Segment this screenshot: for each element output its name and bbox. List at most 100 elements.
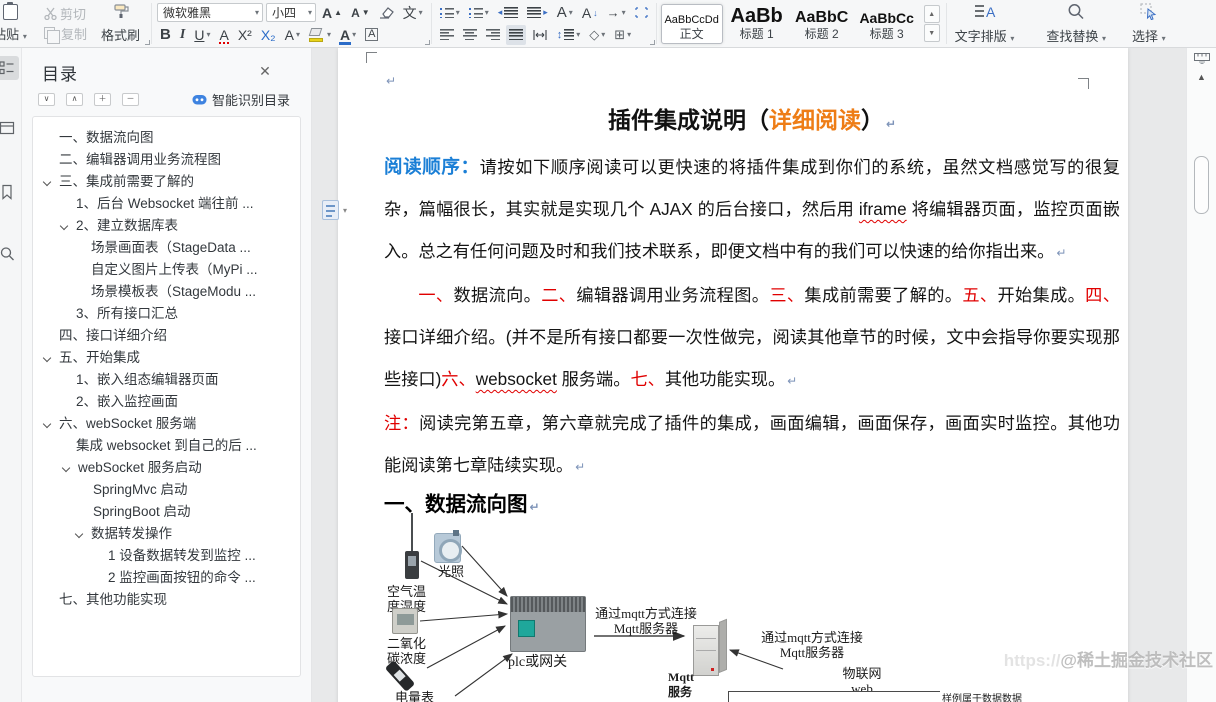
toc-item[interactable]: 2 监控画面按钮的命令 ... — [33, 567, 300, 589]
superscript-button[interactable]: X² — [235, 25, 255, 45]
expand-level-button[interactable]: ＋ — [94, 92, 111, 106]
scroll-up-icon[interactable]: ▲ — [1197, 72, 1206, 82]
align-left-button[interactable] — [437, 25, 457, 45]
font-size-combo[interactable]: 小四 ▾ — [266, 3, 317, 22]
font-family-combo[interactable]: 微软雅黑 ▾ — [157, 3, 264, 22]
empty-paragraph[interactable]: ↵ — [384, 66, 1120, 96]
paste-button[interactable]: 粘贴 ▾ — [0, 2, 27, 45]
text-layout-button[interactable]: A 文字排版 ▾ — [947, 0, 1023, 47]
align-right-button[interactable] — [483, 25, 503, 45]
increase-font-button[interactable]: A ▲ — [319, 3, 345, 23]
toc-item[interactable]: 二、编辑器调用业务流程图 — [33, 149, 300, 171]
toc-item[interactable]: 五、开始集成 — [33, 347, 300, 369]
smart-toc-button[interactable]: 智能识别目录 — [192, 90, 290, 109]
increase-indent-button[interactable]: ▸ — [524, 3, 551, 23]
text-direction-button[interactable]: → ▾ — [604, 3, 629, 23]
toc-item[interactable]: 1 设备数据转发到监控 ... — [33, 545, 300, 567]
chevron-down-icon[interactable] — [42, 177, 52, 187]
font-color-button[interactable]: A ▾ — [337, 25, 359, 45]
toc-item[interactable]: 数据转发操作 — [33, 523, 300, 545]
style-chip[interactable]: AaBbCc 标题 3 — [856, 4, 918, 44]
doc-title[interactable]: 插件集成说明（详细阅读） ↵ — [384, 102, 1120, 142]
toc-item[interactable]: 场景画面表（StageData ... — [33, 237, 300, 259]
bullet-list-button[interactable]: ▾ — [437, 3, 463, 23]
dialog-launcher-icon[interactable] — [649, 40, 655, 45]
style-chip[interactable]: AaBbCcDd 正文 — [660, 3, 723, 44]
style-chip[interactable]: AaBbC 标题 2 — [791, 4, 853, 44]
gallery-down-button[interactable]: ▼ — [923, 24, 940, 42]
toc-item[interactable]: 3、所有接口汇总 — [33, 303, 300, 325]
format-painter-button[interactable]: 格式刷 — [98, 24, 143, 44]
numbered-list-button[interactable]: ▾ — [466, 3, 492, 23]
character-border-button[interactable]: A — [362, 25, 381, 45]
toc-item[interactable]: webSocket 服务启动 — [33, 457, 300, 479]
toc-item[interactable]: 三、集成前需要了解的 — [33, 171, 300, 193]
dialog-launcher-icon[interactable] — [424, 40, 430, 45]
dialog-launcher-icon[interactable] — [145, 40, 151, 45]
close-icon[interactable]: ✕ — [256, 62, 274, 80]
decrease-indent-button[interactable]: ◂ — [495, 3, 522, 23]
line-spacing-button[interactable]: ↕ ▾ — [554, 25, 584, 45]
sort-button[interactable]: A ↓ — [579, 3, 601, 23]
toc-item[interactable]: 四、接口详细介绍 — [33, 325, 300, 347]
cut-button[interactable]: 剪切 — [41, 4, 90, 24]
toc-item[interactable]: 1、嵌入组态编辑器页面 — [33, 369, 300, 391]
clear-format-button[interactable] — [376, 3, 397, 23]
highlight-color-button[interactable]: ▾ — [306, 25, 334, 45]
collapse-all-button[interactable]: ∨ — [38, 92, 55, 106]
change-case-button[interactable]: A ▾ — [554, 3, 576, 23]
justify-button[interactable] — [505, 24, 526, 45]
outline-pane-button[interactable] — [0, 56, 19, 80]
paragraph[interactable]: 一、数据流向。二、编辑器调用业务流程图。三、集成前需要了解的。五、开始集成。四、… — [384, 274, 1120, 402]
bookmark-pane-button[interactable] — [0, 180, 19, 204]
toc-item[interactable]: 七、其他功能实现 — [33, 589, 300, 611]
toc-item[interactable]: 集成 websocket 到自己的后 ... — [33, 435, 300, 457]
pinyin-guide-button[interactable]: 文 ▾ — [400, 3, 426, 23]
toc-item[interactable]: 1、后台 Websocket 端往前 ... — [33, 193, 300, 215]
paragraph[interactable]: 注：阅读完第五章，第六章就完成了插件的集成，画面编辑，画面保存，画面实时监控。其… — [384, 402, 1120, 488]
borders-button[interactable]: ⊞ ▾ — [611, 25, 634, 45]
style-chip[interactable]: AaBb 标题 1 — [726, 4, 788, 44]
toc-item[interactable]: 2、嵌入监控画面 — [33, 391, 300, 413]
document-page[interactable]: ↵ 插件集成说明（详细阅读） ↵ 阅读顺序：请按如下顺序阅读可以更快速的将插件集成… — [338, 48, 1128, 702]
strikethrough-button[interactable]: A — [216, 25, 231, 45]
toc-item[interactable]: 自定义图片上传表（MyPi ... — [33, 259, 300, 281]
find-pane-button[interactable] — [0, 242, 19, 266]
chevron-down-icon[interactable] — [42, 419, 52, 429]
toc-item[interactable]: SpringMvc 启动 — [33, 479, 300, 501]
toc-item[interactable]: 2、建立数据库表 — [33, 215, 300, 237]
toc-item[interactable]: 场景模板表（StageModu ... — [33, 281, 300, 303]
page-content[interactable]: ↵ 插件集成说明（详细阅读） ↵ 阅读顺序：请按如下顺序阅读可以更快速的将插件集成… — [338, 48, 1128, 702]
align-center-button[interactable] — [460, 25, 480, 45]
doc-heading-1[interactable]: 一、数据流向图 ↵ — [384, 490, 1120, 522]
chevron-down-icon[interactable] — [42, 353, 52, 363]
object-anchor-icon[interactable] — [322, 200, 339, 220]
italic-button[interactable]: I — [177, 25, 188, 45]
distribute-button[interactable] — [529, 25, 551, 45]
gallery-up-button[interactable]: ▲ — [923, 5, 940, 23]
copy-button[interactable]: 复制 — [41, 24, 90, 45]
chevron-down-icon[interactable] — [59, 221, 69, 231]
shading-button[interactable]: ◇ ▾ — [586, 25, 608, 45]
distribute-icon — [533, 29, 547, 40]
bold-button[interactable]: B — [157, 25, 174, 45]
subscript-button[interactable]: X₂ — [258, 25, 279, 45]
toc-item[interactable]: SpringBoot 启动 — [33, 501, 300, 523]
text-effects-button[interactable]: A ▾ — [282, 25, 303, 45]
scrollbar-thumb[interactable] — [1194, 156, 1209, 214]
chapter-pane-button[interactable] — [0, 116, 19, 140]
chevron-down-icon[interactable] — [74, 529, 84, 539]
underline-button[interactable]: U ▾ — [191, 25, 213, 45]
chevron-down-icon[interactable] — [61, 463, 71, 473]
ruler-toggle-icon[interactable] — [1194, 53, 1210, 64]
find-replace-button[interactable]: 查找替换 ▾ — [1038, 0, 1114, 47]
decrease-font-button[interactable]: A ▼ — [348, 3, 373, 23]
show-marks-button[interactable] — [632, 3, 651, 23]
text-run: 集成前需要了解的。 — [804, 285, 963, 305]
toc-item[interactable]: 一、数据流向图 — [33, 127, 300, 149]
select-button[interactable]: 选择 ▾ — [1124, 0, 1174, 47]
collapse-level-button[interactable]: － — [122, 92, 139, 106]
toc-item[interactable]: 六、webSocket 服务端 — [33, 413, 300, 435]
paragraph[interactable]: 阅读顺序：请按如下顺序阅读可以更快速的将插件集成到你们的系统，虽然文档感觉写的很… — [384, 146, 1120, 274]
expand-all-button[interactable]: ∧ — [66, 92, 83, 106]
